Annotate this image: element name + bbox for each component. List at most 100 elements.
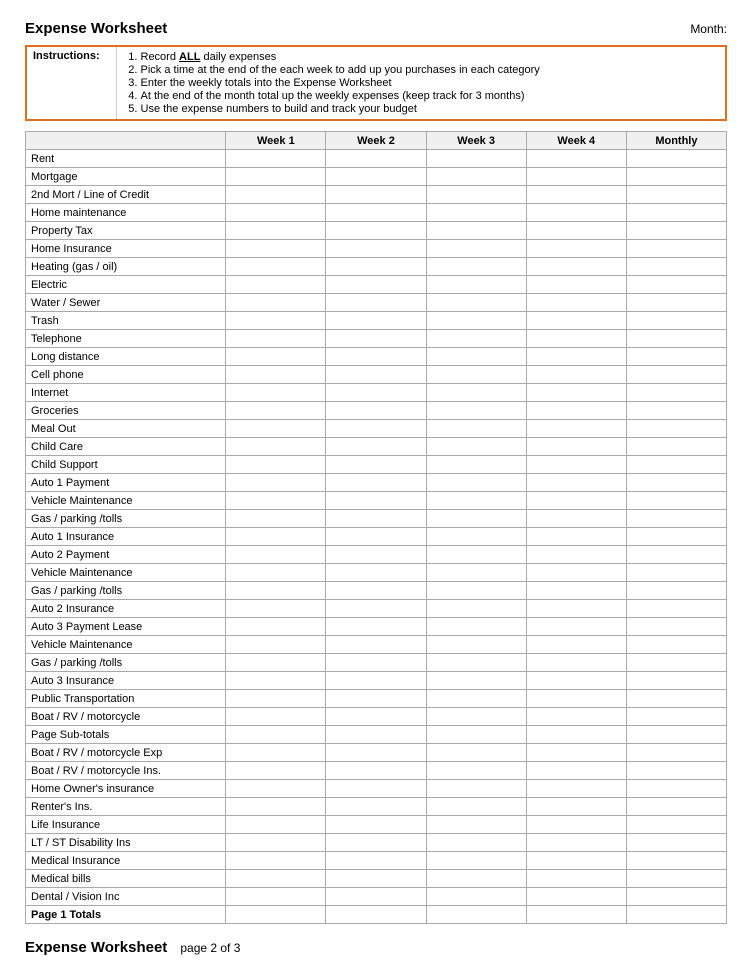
- data-cell[interactable]: [626, 780, 726, 798]
- data-cell[interactable]: [526, 348, 626, 366]
- data-cell[interactable]: [226, 528, 326, 546]
- data-cell[interactable]: [526, 366, 626, 384]
- data-cell[interactable]: [526, 276, 626, 294]
- data-cell[interactable]: [626, 456, 726, 474]
- data-cell[interactable]: [326, 546, 426, 564]
- data-cell[interactable]: [426, 348, 526, 366]
- data-cell[interactable]: [626, 276, 726, 294]
- data-cell[interactable]: [226, 186, 326, 204]
- data-cell[interactable]: [526, 168, 626, 186]
- data-cell[interactable]: [426, 798, 526, 816]
- data-cell[interactable]: [626, 222, 726, 240]
- data-cell[interactable]: [526, 618, 626, 636]
- data-cell[interactable]: [526, 582, 626, 600]
- data-cell[interactable]: [326, 582, 426, 600]
- data-cell[interactable]: [626, 240, 726, 258]
- data-cell[interactable]: [526, 438, 626, 456]
- data-cell[interactable]: [226, 294, 326, 312]
- data-cell[interactable]: [626, 564, 726, 582]
- data-cell[interactable]: [226, 204, 326, 222]
- data-cell[interactable]: [326, 654, 426, 672]
- data-cell[interactable]: [226, 348, 326, 366]
- data-cell[interactable]: [526, 834, 626, 852]
- data-cell[interactable]: [426, 654, 526, 672]
- data-cell[interactable]: [326, 168, 426, 186]
- data-cell[interactable]: [526, 294, 626, 312]
- data-cell[interactable]: [226, 834, 326, 852]
- data-cell[interactable]: [226, 276, 326, 294]
- data-cell[interactable]: [526, 690, 626, 708]
- data-cell[interactable]: [526, 636, 626, 654]
- data-cell[interactable]: [226, 240, 326, 258]
- data-cell[interactable]: [526, 528, 626, 546]
- data-cell[interactable]: [526, 222, 626, 240]
- data-cell[interactable]: [526, 708, 626, 726]
- data-cell[interactable]: [626, 384, 726, 402]
- data-cell[interactable]: [426, 708, 526, 726]
- data-cell[interactable]: [326, 294, 426, 312]
- data-cell[interactable]: [426, 474, 526, 492]
- data-cell[interactable]: [226, 762, 326, 780]
- data-cell[interactable]: [326, 204, 426, 222]
- data-cell[interactable]: [626, 150, 726, 168]
- data-cell[interactable]: [326, 726, 426, 744]
- data-cell[interactable]: [526, 564, 626, 582]
- data-cell[interactable]: [426, 384, 526, 402]
- data-cell[interactable]: [526, 150, 626, 168]
- data-cell[interactable]: [226, 564, 326, 582]
- data-cell[interactable]: [526, 798, 626, 816]
- data-cell[interactable]: [526, 312, 626, 330]
- data-cell[interactable]: [526, 816, 626, 834]
- data-cell[interactable]: [526, 870, 626, 888]
- data-cell[interactable]: [626, 204, 726, 222]
- data-cell[interactable]: [526, 762, 626, 780]
- data-cell[interactable]: [326, 186, 426, 204]
- data-cell[interactable]: [226, 672, 326, 690]
- data-cell[interactable]: [226, 636, 326, 654]
- data-cell[interactable]: [226, 708, 326, 726]
- data-cell[interactable]: [626, 708, 726, 726]
- data-cell[interactable]: [426, 744, 526, 762]
- data-cell[interactable]: [226, 312, 326, 330]
- data-cell[interactable]: [626, 186, 726, 204]
- data-cell[interactable]: [226, 744, 326, 762]
- data-cell[interactable]: [426, 564, 526, 582]
- data-cell[interactable]: [426, 330, 526, 348]
- data-cell[interactable]: [626, 258, 726, 276]
- data-cell[interactable]: [226, 438, 326, 456]
- data-cell[interactable]: [626, 618, 726, 636]
- data-cell[interactable]: [326, 816, 426, 834]
- data-cell[interactable]: [526, 186, 626, 204]
- data-cell[interactable]: [626, 474, 726, 492]
- data-cell[interactable]: [226, 492, 326, 510]
- data-cell[interactable]: [526, 888, 626, 906]
- data-cell[interactable]: [226, 510, 326, 528]
- data-cell[interactable]: [626, 168, 726, 186]
- data-cell[interactable]: [226, 852, 326, 870]
- data-cell[interactable]: [426, 726, 526, 744]
- data-cell[interactable]: [326, 690, 426, 708]
- data-cell[interactable]: [426, 204, 526, 222]
- data-cell[interactable]: [326, 852, 426, 870]
- data-cell[interactable]: [626, 834, 726, 852]
- data-cell[interactable]: [626, 816, 726, 834]
- data-cell[interactable]: [326, 672, 426, 690]
- data-cell[interactable]: [426, 258, 526, 276]
- data-cell[interactable]: [426, 438, 526, 456]
- data-cell[interactable]: [226, 420, 326, 438]
- data-cell[interactable]: [426, 510, 526, 528]
- data-cell[interactable]: [226, 366, 326, 384]
- data-cell[interactable]: [326, 330, 426, 348]
- data-cell[interactable]: [626, 672, 726, 690]
- data-cell[interactable]: [326, 366, 426, 384]
- data-cell[interactable]: [426, 834, 526, 852]
- data-cell[interactable]: [226, 798, 326, 816]
- data-cell[interactable]: [226, 600, 326, 618]
- data-cell[interactable]: [626, 330, 726, 348]
- data-cell[interactable]: [326, 906, 426, 924]
- data-cell[interactable]: [426, 888, 526, 906]
- data-cell[interactable]: [226, 582, 326, 600]
- data-cell[interactable]: [626, 870, 726, 888]
- data-cell[interactable]: [326, 402, 426, 420]
- data-cell[interactable]: [426, 420, 526, 438]
